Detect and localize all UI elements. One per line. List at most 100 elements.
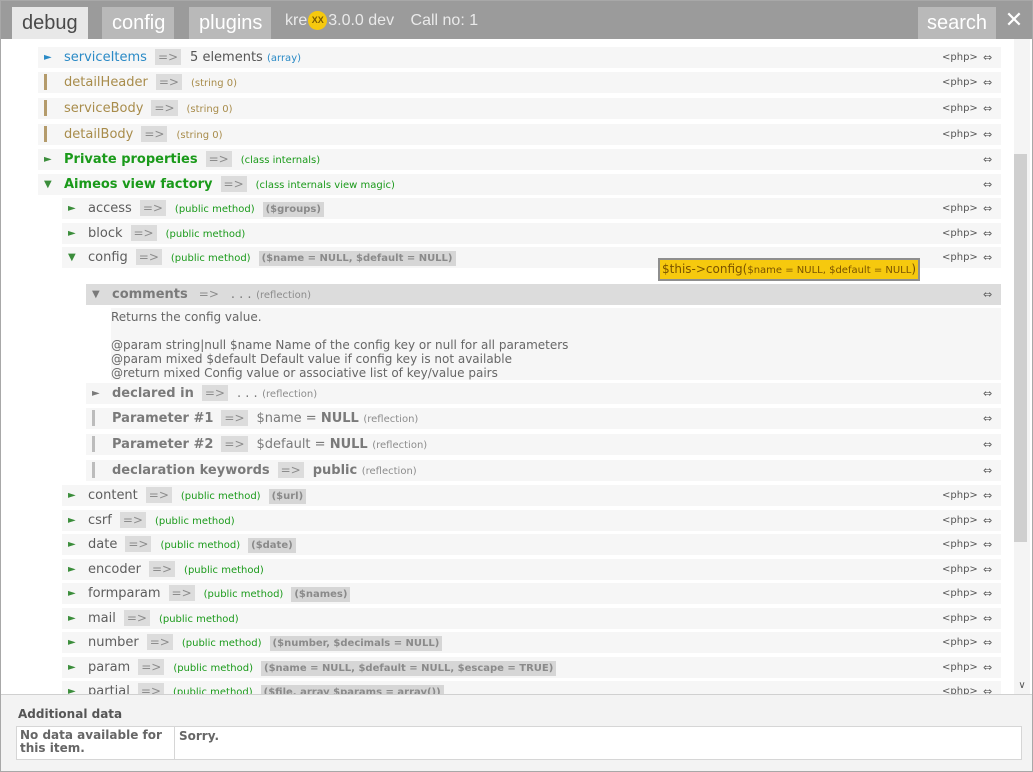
row-name: partial — [88, 684, 130, 694]
php-code-button[interactable]: <php> — [942, 124, 978, 145]
tree-row-declared-in[interactable]: ► declared in => . . . (reflection) ⇔ — [86, 383, 1001, 404]
copy-arrows-icon[interactable]: ⇔ — [983, 124, 992, 145]
tree-row-param[interactable]: ► param => (public method) ($name = NULL, $… — [62, 657, 1001, 678]
tree-row-serviceBody[interactable]: serviceBody => (string 0) <php> ⇔ — [38, 98, 1001, 119]
copy-arrows-icon[interactable]: ⇔ — [983, 485, 992, 506]
copy-arrows-icon[interactable]: ⇔ — [983, 681, 992, 694]
expand-icon[interactable]: ► — [68, 534, 80, 555]
expand-icon[interactable]: ► — [68, 198, 80, 219]
expand-icon[interactable]: ► — [68, 485, 80, 506]
copy-arrows-icon[interactable]: ⇔ — [983, 434, 992, 455]
expand-icon[interactable]: ► — [68, 657, 80, 678]
expand-icon[interactable]: ► — [44, 47, 56, 68]
row-name: number — [88, 635, 139, 650]
tree-row-declaration-keywords[interactable]: declaration keywords => public (reflection… — [86, 460, 1001, 481]
expand-icon[interactable]: ► — [68, 632, 80, 653]
copy-arrows-icon[interactable]: ⇔ — [983, 657, 992, 678]
copy-arrows-icon[interactable]: ⇔ — [983, 408, 992, 429]
tree-row-comments[interactable]: ▼ comments => . . . (reflection) ⇔ — [86, 284, 1001, 305]
copy-arrows-icon[interactable]: ⇔ — [983, 284, 992, 305]
copy-arrows-icon[interactable]: ⇔ — [983, 72, 992, 93]
tree-row-csrf[interactable]: ► csrf => (public method) <php> ⇔ — [62, 510, 1001, 531]
php-code-button[interactable]: <php> — [942, 681, 978, 694]
copy-arrows-icon[interactable]: ⇔ — [983, 174, 992, 195]
row-type: (public method) — [181, 638, 262, 649]
copy-arrows-icon[interactable]: ⇔ — [983, 383, 992, 404]
arrow-separator: => — [221, 436, 248, 452]
tree-row-mail[interactable]: ► mail => (public method) <php> ⇔ — [62, 608, 1001, 629]
tree-row-date[interactable]: ► date => (public method) ($date) <php> ⇔ — [62, 534, 1001, 555]
expand-icon[interactable]: ► — [68, 510, 80, 531]
copy-arrows-icon[interactable]: ⇔ — [983, 149, 992, 170]
php-code-button[interactable]: <php> — [942, 223, 978, 244]
php-code-button[interactable]: <php> — [942, 608, 978, 629]
tree-row-detailBody[interactable]: detailBody => (string 0) <php> ⇔ — [38, 124, 1001, 145]
scroll-down-arrow-icon[interactable]: ∨ — [1014, 679, 1030, 693]
close-icon[interactable]: ✕ — [1003, 7, 1025, 35]
row-value: . . . — [236, 386, 258, 401]
copy-arrows-icon[interactable]: ⇔ — [983, 98, 992, 119]
additional-data-key: No data available for this item. — [20, 728, 162, 755]
tree-row-access[interactable]: ► access => (public method) ($groups) <php>… — [62, 198, 1001, 219]
copy-arrows-icon[interactable]: ⇔ — [983, 534, 992, 555]
tree-row-formparam[interactable]: ► formparam => (public method) ($names) <ph… — [62, 583, 1001, 604]
arrow-separator: => — [148, 561, 176, 577]
tree-row-encoder[interactable]: ► encoder => (public method) <php> ⇔ — [62, 559, 1001, 580]
expand-icon[interactable]: ► — [68, 681, 80, 694]
copy-arrows-icon[interactable]: ⇔ — [983, 510, 992, 531]
tab-config[interactable]: config — [102, 7, 174, 39]
php-code-button[interactable]: <php> — [942, 559, 978, 580]
copy-arrows-icon[interactable]: ⇔ — [983, 47, 992, 68]
row-name: config — [88, 250, 128, 265]
php-code-button[interactable]: <php> — [942, 657, 978, 678]
php-code-button[interactable]: <php> — [942, 98, 978, 119]
tree-row-content[interactable]: ► content => (public method) ($url) <php> ⇔ — [62, 485, 1001, 506]
php-code-button[interactable]: <php> — [942, 583, 978, 604]
copy-arrows-icon[interactable]: ⇔ — [983, 198, 992, 219]
row-value: $default = — [256, 437, 330, 452]
copy-arrows-icon[interactable]: ⇔ — [983, 460, 992, 481]
php-code-button[interactable]: <php> — [942, 47, 978, 68]
tab-plugins[interactable]: plugins — [189, 7, 271, 39]
copy-arrows-icon[interactable]: ⇔ — [983, 247, 992, 268]
tree-row-partial[interactable]: ► partial => (public method) ($file, array … — [62, 681, 1001, 694]
copy-arrows-icon[interactable]: ⇔ — [983, 583, 992, 604]
doc-comment: Returns the config value. @param string|… — [111, 308, 1001, 380]
php-code-button[interactable]: <php> — [942, 247, 978, 268]
copy-arrows-icon[interactable]: ⇔ — [983, 223, 992, 244]
php-code-button[interactable]: <php> — [942, 534, 978, 555]
row-name: detailHeader — [64, 75, 148, 90]
scrollbar-thumb[interactable] — [1014, 154, 1027, 542]
tree-row-block[interactable]: ► block => (public method) <php> ⇔ — [62, 223, 1001, 244]
expand-icon[interactable]: ► — [44, 149, 56, 170]
tab-debug[interactable]: debug — [12, 7, 88, 39]
expand-icon[interactable]: ► — [68, 223, 80, 244]
expand-icon[interactable]: ► — [68, 608, 80, 629]
row-type: (reflection) — [361, 466, 417, 477]
collapse-icon[interactable]: ▼ — [68, 247, 80, 268]
debug-tree: ► serviceItems => 5 elements (array) <php>… — [1, 39, 1014, 694]
tree-row-detailHeader[interactable]: detailHeader => (string 0) <php> ⇔ — [38, 72, 1001, 93]
tree-row-private-properties[interactable]: ► Private properties => (class internals) … — [38, 149, 1001, 170]
php-code-button[interactable]: <php> — [942, 198, 978, 219]
copy-arrows-icon[interactable]: ⇔ — [983, 608, 992, 629]
tree-row-view-factory[interactable]: ▼ Aimeos view factory => (class internals … — [38, 174, 1001, 195]
php-code-button[interactable]: <php> — [942, 72, 978, 93]
tree-row-serviceItems[interactable]: ► serviceItems => 5 elements (array) <php>… — [38, 47, 1001, 68]
string-marker — [44, 100, 47, 116]
tree-row-parameter-2[interactable]: Parameter #2 => $default = NULL (reflectio… — [86, 434, 1001, 455]
expand-icon[interactable]: ► — [68, 583, 80, 604]
tree-row-parameter-1[interactable]: Parameter #1 => $name = NULL (reflection) … — [86, 408, 1001, 429]
search-button[interactable]: search — [918, 7, 996, 39]
tree-row-number[interactable]: ► number => (public method) ($number, $deci… — [62, 632, 1001, 653]
row-line: Private properties => (class internals) — [64, 149, 320, 171]
expand-icon[interactable]: ► — [92, 383, 104, 404]
collapse-icon[interactable]: ▼ — [92, 284, 104, 305]
php-code-button[interactable]: <php> — [942, 485, 978, 506]
expand-icon[interactable]: ► — [68, 559, 80, 580]
copy-arrows-icon[interactable]: ⇔ — [983, 559, 992, 580]
collapse-icon[interactable]: ▼ — [44, 174, 56, 195]
php-code-button[interactable]: <php> — [942, 632, 978, 653]
php-code-button[interactable]: <php> — [942, 510, 978, 531]
copy-arrows-icon[interactable]: ⇔ — [983, 632, 992, 653]
